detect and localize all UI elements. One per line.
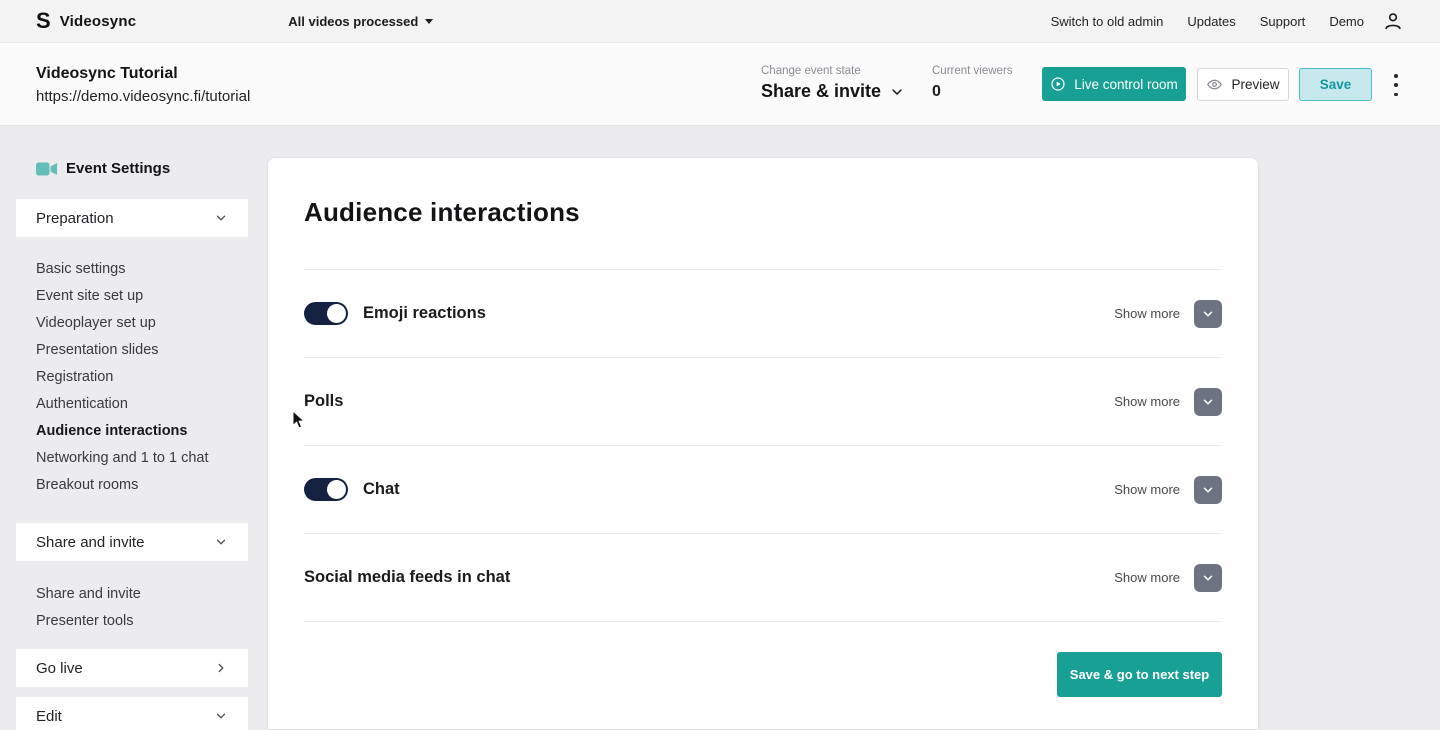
sidebar-item-breakout-rooms[interactable]: Breakout rooms [36,472,248,499]
videosync-logo-icon: S [36,8,51,33]
chevron-down-icon [216,539,226,545]
sidebar-item-videoplayer-set-up[interactable]: Videoplayer set up [36,310,248,337]
feature-row-social-media-feeds: Social media feeds in chat Show more [304,534,1222,622]
chevron-down-icon [1203,310,1213,317]
go-live-label: Go live [36,659,83,677]
live-control-room-button[interactable]: Live control room [1042,67,1186,101]
sidebar-section-preparation[interactable]: Preparation [16,199,248,237]
feature-label: Chat [363,480,400,498]
show-more-link[interactable]: Show more [1114,394,1180,409]
caret-down-icon [425,18,434,24]
event-title-block: Videosync Tutorial https://demo.videosyn… [36,63,250,108]
sidebar-item-authentication[interactable]: Authentication [36,391,248,418]
sidebar: Event Settings Preparation Basic setting… [16,126,248,730]
emoji-reactions-toggle[interactable] [304,302,348,325]
chevron-down-icon [216,713,226,719]
feature-row-chat: Chat Show more [304,446,1222,534]
expand-row-button[interactable] [1194,387,1222,416]
chat-toggle[interactable] [304,478,348,501]
preview-label: Preview [1231,77,1280,92]
share-item-list: Share and invite Presenter tools [36,581,248,635]
show-more-link[interactable]: Show more [1114,570,1180,585]
audience-interactions-card: Audience interactions Emoji reactions Sh… [267,157,1259,730]
preview-button[interactable]: Preview [1197,68,1289,101]
expand-row-button[interactable] [1194,475,1222,504]
top-bar: S Videosync All videos processed Switch … [0,0,1440,43]
chevron-down-icon [1203,486,1213,493]
save-button[interactable]: Save [1299,68,1372,101]
event-url[interactable]: https://demo.videosync.fi/tutorial [36,86,250,108]
sidebar-item-networking-1to1-chat[interactable]: Networking and 1 to 1 chat [36,445,248,472]
event-state-block: Change event state Share & invite [761,64,905,102]
show-more-link[interactable]: Show more [1114,482,1180,497]
share-and-invite-label: Share and invite [36,533,145,551]
brand-name: Videosync [59,12,137,30]
sidebar-section-share-and-invite[interactable]: Share and invite [16,523,248,561]
videos-processed-label: All videos processed [288,13,419,29]
current-viewers-count: 0 [932,83,941,100]
sidebar-item-registration[interactable]: Registration [36,364,248,391]
chevron-down-icon [892,88,902,95]
chevron-right-icon [218,663,224,673]
eye-icon [1207,79,1223,90]
sidebar-item-basic-settings[interactable]: Basic settings [36,256,248,283]
feature-row-polls: Polls Show more [304,358,1222,446]
sidebar-heading-label: Event Settings [66,160,171,177]
show-more-link[interactable]: Show more [1114,306,1180,321]
feature-label: Social media feeds in chat [304,568,511,586]
switch-old-admin-link[interactable]: Switch to old admin [1051,14,1164,29]
more-options-kebab-menu[interactable] [1390,74,1402,96]
save-label: Save [1319,77,1352,92]
play-circle-icon [1051,77,1065,91]
page-body: Event Settings Preparation Basic setting… [0,126,1440,730]
current-viewers-label: Current viewers [932,65,1013,77]
edit-label: Edit [36,707,62,725]
user-account-icon[interactable] [1382,10,1404,32]
sidebar-section-edit[interactable]: Edit [16,697,248,730]
sidebar-item-event-site-set-up[interactable]: Event site set up [36,283,248,310]
event-state-label: Change event state [761,65,861,77]
section-title: Audience interactions [304,197,580,227]
video-camera-icon [36,162,57,175]
sidebar-item-presenter-tools[interactable]: Presenter tools [36,608,248,635]
sidebar-item-share-and-invite[interactable]: Share and invite [36,581,248,608]
expand-row-button[interactable] [1194,563,1222,592]
feature-row-emoji-reactions: Emoji reactions Show more [304,270,1222,358]
event-header: Videosync Tutorial https://demo.videosyn… [0,43,1440,126]
sidebar-item-audience-interactions[interactable]: Audience interactions [36,418,248,445]
brand-logo-link[interactable]: S Videosync [36,10,136,32]
save-and-next-step-label: Save & go to next step [1069,667,1210,682]
chevron-down-icon [216,215,226,221]
feature-label: Emoji reactions [363,304,486,322]
videos-processed-dropdown[interactable]: All videos processed [288,13,434,29]
chevron-down-icon [1203,574,1213,581]
top-links: Switch to old admin Updates Support Demo [1051,14,1364,29]
page-title: Videosync Tutorial [36,65,178,82]
feature-label: Polls [304,392,344,410]
event-state-value: Share & invite [761,81,882,101]
support-link[interactable]: Support [1260,14,1306,29]
live-control-room-label: Live control room [1074,76,1178,92]
demo-link[interactable]: Demo [1329,14,1364,29]
event-state-dropdown[interactable]: Share & invite [761,81,905,102]
preparation-item-list: Basic settings Event site set up Videopl… [36,256,248,499]
expand-row-button[interactable] [1194,299,1222,328]
current-viewers-block: Current viewers 0 [932,64,1013,101]
sidebar-item-presentation-slides[interactable]: Presentation slides [36,337,248,364]
preparation-label: Preparation [36,209,114,227]
sidebar-heading: Event Settings [36,160,248,177]
sidebar-section-go-live[interactable]: Go live [16,649,248,687]
chevron-down-icon [1203,398,1213,405]
updates-link[interactable]: Updates [1187,14,1235,29]
save-and-next-step-button[interactable]: Save & go to next step [1057,652,1222,697]
